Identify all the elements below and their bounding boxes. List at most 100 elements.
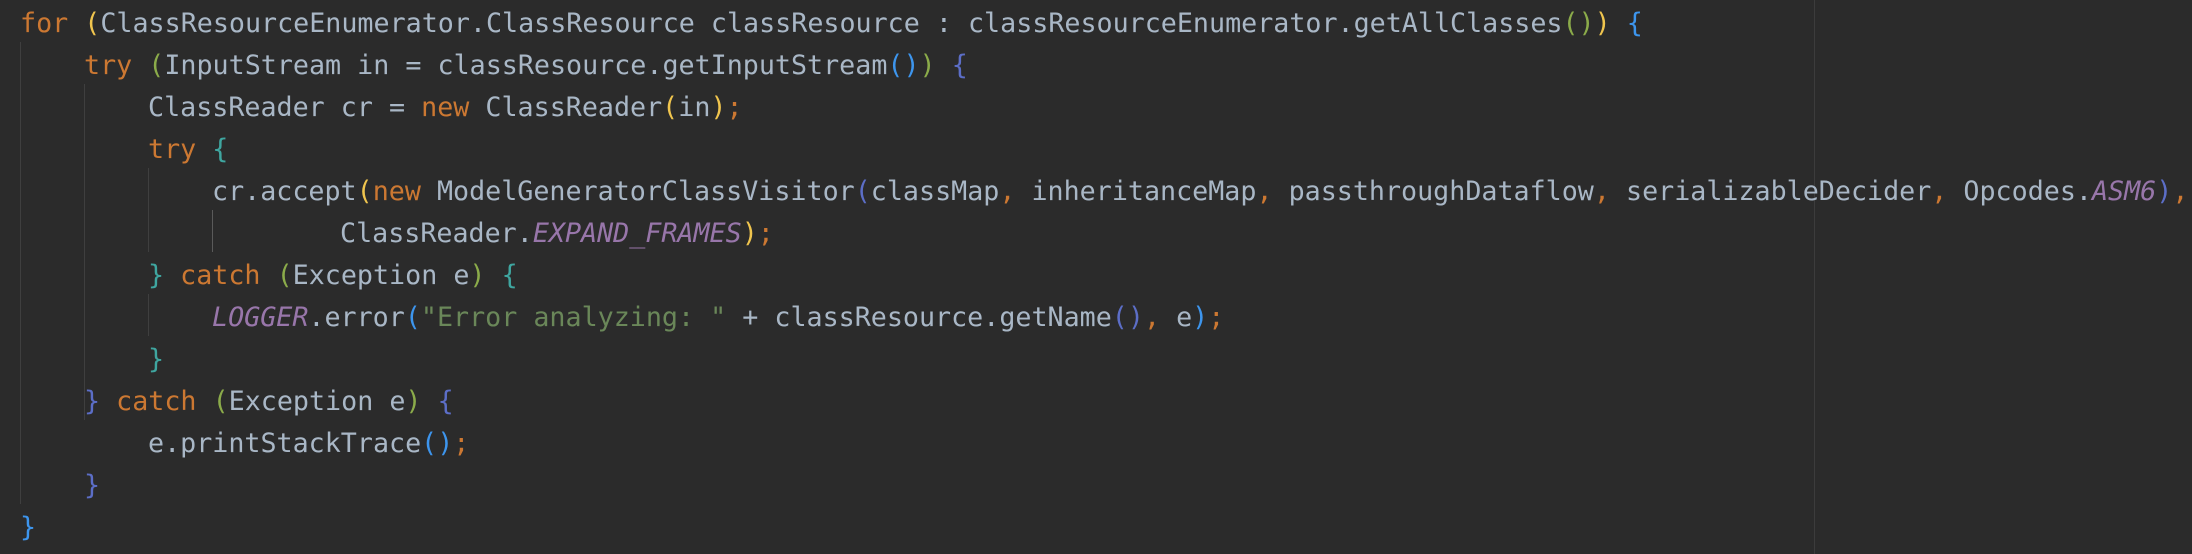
- code-token: Exception e: [292, 260, 470, 291]
- code-token: {: [501, 260, 518, 291]
- code-token: ): [469, 260, 486, 291]
- code-line-text: e.printStackTrace();: [148, 423, 469, 465]
- code-token: ModelGeneratorClassVisitor: [420, 176, 855, 207]
- code-token: ;: [757, 218, 774, 249]
- code-token: }: [148, 260, 165, 291]
- code-line-text: } catch (Exception e) {: [148, 255, 518, 297]
- code-token: ClassReader: [469, 92, 663, 123]
- indent-guide: [148, 294, 149, 336]
- code-token: ): [919, 50, 936, 81]
- code-token: for: [20, 8, 69, 39]
- code-token: ): [1192, 302, 1209, 333]
- code-token: + classResource.getName: [726, 302, 1112, 333]
- code-token: }: [148, 344, 165, 375]
- code-token: {: [1626, 8, 1643, 39]
- code-token: ): [2156, 176, 2173, 207]
- code-line-text: for (ClassResourceEnumerator.ClassResour…: [20, 3, 1643, 45]
- code-token: inheritanceMap: [1031, 176, 1257, 207]
- code-token: }: [20, 512, 37, 543]
- code-line-text: ClassReader.EXPAND_FRAMES);: [340, 213, 774, 255]
- code-token: ClassReader cr =: [148, 92, 422, 123]
- code-token: try: [84, 50, 133, 81]
- code-token: {: [437, 386, 454, 417]
- code-token: "Error analyzing: ": [420, 302, 727, 333]
- code-line-text: cr.accept(new ModelGeneratorClassVisitor…: [212, 171, 2188, 213]
- code-token: LOGGER: [212, 302, 309, 333]
- code-line-text: try {: [148, 129, 228, 171]
- code-token: in: [678, 92, 711, 123]
- code-line-text: try (InputStream in = classResource.getI…: [84, 45, 968, 87]
- code-token: cr.accept: [212, 176, 357, 207]
- code-token: (: [404, 302, 421, 333]
- code-token: ,: [999, 176, 1032, 207]
- code-line-text: } catch (Exception e) {: [84, 381, 454, 423]
- right-margin-guide: [1814, 0, 1815, 554]
- code-token: catch: [180, 260, 261, 291]
- code-token: Opcodes.: [1963, 176, 2092, 207]
- code-line-text: }: [148, 339, 164, 381]
- indent-guide: [84, 84, 85, 420]
- code-token: (: [212, 386, 229, 417]
- code-token: (): [1562, 8, 1595, 39]
- code-token: classMap: [870, 176, 1000, 207]
- code-token: ;: [1208, 302, 1225, 333]
- code-token: ;: [453, 428, 470, 459]
- code-token: (: [662, 92, 679, 123]
- code-token: e: [1176, 302, 1193, 333]
- code-token: ): [405, 386, 422, 417]
- code-token: (): [887, 50, 920, 81]
- code-token: }: [84, 470, 101, 501]
- indent-guide: [20, 42, 21, 504]
- indent-guide: [212, 210, 213, 252]
- code-token: (): [421, 428, 454, 459]
- code-token: ): [741, 218, 758, 249]
- code-token: ;: [726, 92, 743, 123]
- code-token: (: [356, 176, 373, 207]
- code-token: ): [710, 92, 727, 123]
- code-token: ,: [1931, 176, 1964, 207]
- code-token: (: [276, 260, 293, 291]
- code-token: (: [84, 8, 101, 39]
- code-token: passthroughDataflow: [1288, 176, 1594, 207]
- code-token: new: [372, 176, 421, 207]
- code-token: (): [1111, 302, 1144, 333]
- code-line-text: LOGGER.error("Error analyzing: " + class…: [212, 297, 1224, 339]
- code-token: ): [1594, 8, 1611, 39]
- code-line-text: ClassReader cr = new ClassReader(in);: [148, 87, 743, 129]
- code-token: {: [212, 134, 229, 165]
- code-token: ,: [1593, 176, 1626, 207]
- code-token: new: [421, 92, 470, 123]
- code-token: {: [951, 50, 968, 81]
- indent-guide: [148, 168, 149, 252]
- code-token: InputStream in = classResource.getInputS…: [164, 50, 888, 81]
- code-token: }: [84, 386, 101, 417]
- code-token: try: [148, 134, 197, 165]
- code-token: ,: [1256, 176, 1289, 207]
- code-editor[interactable]: for (ClassResourceEnumerator.ClassResour…: [0, 0, 2192, 554]
- code-token: (: [148, 50, 165, 81]
- code-line-text: }: [20, 507, 36, 549]
- code-token: catch: [116, 386, 197, 417]
- code-token: (: [854, 176, 871, 207]
- code-line-text: }: [84, 465, 100, 507]
- code-token: ,: [1143, 302, 1177, 333]
- code-token: ClassReader.: [340, 218, 533, 249]
- code-token: .error: [308, 302, 405, 333]
- code-token: ClassResourceEnumerator.ClassResource cl…: [100, 8, 1563, 39]
- code-token: ,: [2172, 176, 2189, 207]
- code-token: ASM6: [2091, 176, 2157, 207]
- code-token: Exception e: [228, 386, 406, 417]
- code-token: serializableDecider: [1626, 176, 1932, 207]
- code-token: EXPAND_FRAMES: [532, 218, 742, 249]
- code-token: e.printStackTrace: [148, 428, 422, 459]
